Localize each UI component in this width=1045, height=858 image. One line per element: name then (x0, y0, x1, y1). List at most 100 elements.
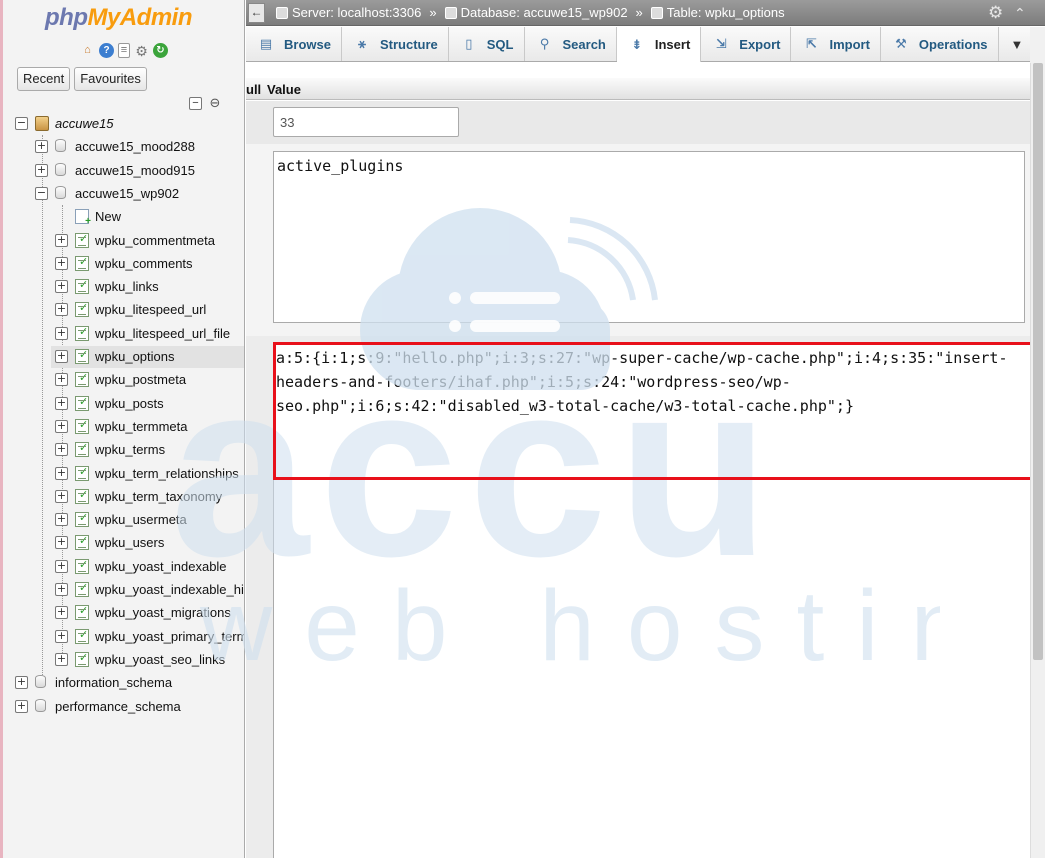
tree-database-item[interactable]: − accuwe15 (3, 113, 244, 135)
back-button[interactable]: ← (248, 3, 265, 23)
favourites-button[interactable]: Favourites (74, 67, 147, 91)
value-column-header: Value (267, 82, 301, 97)
expand-node-icon[interactable]: + (55, 350, 68, 363)
tree-table-item[interactable]: + ✓ wpku_users (3, 532, 244, 554)
tree-table-item[interactable]: + ✓ wpku_postmeta (3, 369, 244, 391)
tree-table-item[interactable]: + ✓ wpku_posts (3, 393, 244, 415)
tree-database-item[interactable]: + information_schema (3, 672, 244, 694)
tree-item-label: wpku_yoast_indexable (95, 559, 227, 574)
expand-node-icon[interactable]: + (55, 467, 68, 480)
server-db-icon (35, 116, 49, 131)
table-icon: ✓ (75, 326, 89, 341)
tabs-gutter (1030, 27, 1045, 63)
expand-node-icon[interactable]: + (55, 257, 68, 270)
tree-new-item[interactable]: New (3, 206, 244, 228)
table-icon: ✓ (75, 489, 89, 504)
home-icon[interactable]: ⌂ (80, 43, 95, 58)
expand-node-icon[interactable]: + (55, 397, 68, 410)
tree-table-item[interactable]: + ✓ wpku_yoast_primary_term (3, 626, 244, 648)
expand-node-icon[interactable]: + (55, 513, 68, 526)
expand-node-icon[interactable]: + (55, 327, 68, 340)
tree-table-item[interactable]: + ✓ wpku_usermeta (3, 509, 244, 531)
collapse-topbar-icon[interactable]: ⌃ (1014, 3, 1026, 23)
tab-import[interactable]: ⇱ Import (791, 27, 881, 61)
option-id-field[interactable]: 33 (273, 107, 459, 137)
documentation-icon[interactable]: ≡ (118, 43, 130, 58)
tree-table-item[interactable]: + ✓ wpku_yoast_migrations (3, 602, 244, 624)
tree-table-item[interactable]: + ✓ wpku_yoast_seo_links (3, 649, 244, 671)
tree-table-item[interactable]: + ✓ wpku_term_taxonomy (3, 486, 244, 508)
tree-table-item[interactable]: + ✓ wpku_yoast_indexable_hierarchy (3, 579, 244, 601)
tree-item-label: information_schema (55, 675, 173, 690)
structure-icon: ⚹ (358, 36, 366, 51)
tab-label: Insert (654, 37, 691, 52)
expand-node-icon[interactable]: + (35, 164, 48, 177)
table-icon: ✓ (75, 256, 89, 271)
scrollbar-thumb[interactable] (1033, 63, 1043, 660)
page-scrollbar[interactable] (1030, 63, 1045, 858)
nav-icon-bar: ⌂ ? ≡ ⚙ ↻ (80, 43, 168, 58)
tree-table-item[interactable]: + ✓ wpku_options (51, 346, 244, 368)
breadcrumb-separator: » (429, 5, 437, 20)
tab-search[interactable]: ⚲ Search (524, 27, 617, 61)
new-table-icon (75, 209, 91, 227)
tab-insert[interactable]: ⇟ Insert (616, 27, 702, 62)
breadcrumb-database[interactable]: Database: accuwe15_wp902 (461, 5, 628, 20)
tree-table-item[interactable]: + ✓ wpku_termmeta (3, 416, 244, 438)
settings-gear-icon[interactable]: ⚙ (134, 43, 149, 58)
tab-export[interactable]: ⇲ Export (701, 27, 792, 61)
expand-node-icon[interactable]: + (55, 583, 68, 596)
collapse-node-icon[interactable]: − (35, 187, 48, 200)
breadcrumb-server[interactable]: Server: localhost:3306 (292, 5, 421, 20)
tree-table-item[interactable]: + ✓ wpku_terms (3, 439, 244, 461)
tree-item-label: wpku_links (95, 279, 159, 294)
recent-button[interactable]: Recent (17, 67, 71, 91)
browse-icon: ▤ (259, 36, 273, 51)
expand-node-icon[interactable]: + (55, 536, 68, 549)
table-icon (650, 6, 663, 19)
link-with-main-icon[interactable]: ⊖ (208, 96, 222, 110)
tree-table-item[interactable]: + ✓ wpku_links (3, 276, 244, 298)
tree-database-item[interactable]: + performance_schema (3, 696, 244, 718)
tree-table-item[interactable]: + ✓ wpku_litespeed_url_file (3, 323, 244, 345)
expand-node-icon[interactable]: + (55, 560, 68, 573)
tree-database-item[interactable]: + accuwe15_mood288 (3, 136, 244, 158)
tab-browse[interactable]: ▤ Browse (246, 27, 342, 61)
tree-table-item[interactable]: + ✓ wpku_yoast_indexable (3, 556, 244, 578)
table-icon: ✓ (75, 466, 89, 481)
expand-node-icon[interactable]: + (55, 490, 68, 503)
tab-sql[interactable]: ▯ SQL (448, 27, 525, 61)
collapse-node-icon[interactable]: − (15, 117, 28, 130)
expand-node-icon[interactable]: + (55, 420, 68, 433)
expand-node-icon[interactable]: + (15, 676, 28, 689)
expand-node-icon[interactable]: + (55, 606, 68, 619)
breadcrumb-table[interactable]: Table: wpku_options (667, 5, 785, 20)
tree-database-item[interactable]: + accuwe15_mood915 (3, 160, 244, 182)
expand-node-icon[interactable]: + (55, 630, 68, 643)
null-column-header: ull (246, 82, 262, 97)
expand-node-icon[interactable]: + (55, 653, 68, 666)
phpmyadmin-logo[interactable]: phpMyAdmin (45, 4, 192, 32)
help-icon[interactable]: ? (99, 43, 114, 58)
tree-item-label: wpku_yoast_seo_links (95, 652, 226, 667)
expand-node-icon[interactable]: + (55, 373, 68, 386)
tree-database-item[interactable]: − accuwe15_wp902 (3, 183, 244, 205)
expand-node-icon[interactable]: + (15, 700, 28, 713)
expand-node-icon[interactable]: + (55, 234, 68, 247)
expand-node-icon[interactable]: + (35, 140, 48, 153)
expand-node-icon[interactable]: + (55, 443, 68, 456)
chevron-down-icon: ▼ (1010, 36, 1024, 52)
tree-table-item[interactable]: + ✓ wpku_commentmeta (3, 230, 244, 252)
tree-table-item[interactable]: + ✓ wpku_comments (3, 253, 244, 275)
option-name-textarea[interactable]: active_plugins (273, 151, 1025, 323)
expand-node-icon[interactable]: + (55, 280, 68, 293)
tab-operations[interactable]: ⚒ Operations (880, 27, 999, 61)
page-settings-gear-icon[interactable]: ⚙ (988, 3, 1003, 23)
table-icon: ✓ (75, 279, 89, 294)
tree-table-item[interactable]: + ✓ wpku_litespeed_url (3, 299, 244, 321)
tab-structure[interactable]: ⚹ Structure (341, 27, 449, 61)
tree-table-item[interactable]: + ✓ wpku_term_relationships (3, 463, 244, 485)
collapse-all-icon[interactable]: − (189, 97, 202, 110)
expand-node-icon[interactable]: + (55, 303, 68, 316)
reload-icon[interactable]: ↻ (153, 43, 168, 58)
